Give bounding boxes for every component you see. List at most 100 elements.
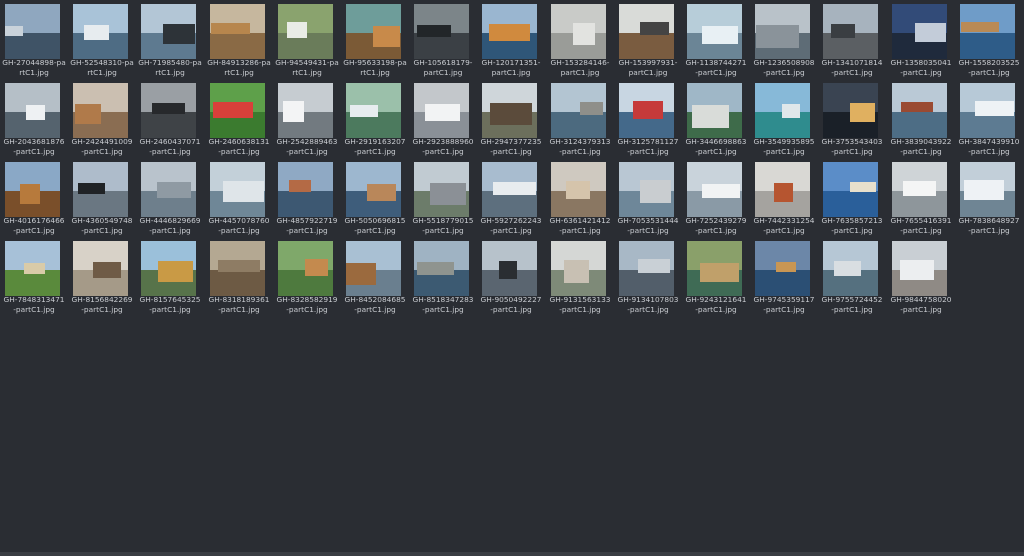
file-tile[interactable]: GH-4446829669 -partC1.jpg <box>136 158 204 235</box>
file-thumbnail[interactable] <box>551 83 606 138</box>
file-tile[interactable]: GH-4857922719 -partC1.jpg <box>273 158 341 235</box>
file-tile[interactable]: GH-8328582919 -partC1.jpg <box>273 237 341 314</box>
file-tile[interactable]: GH-9050492227 -partC1.jpg <box>477 237 545 314</box>
file-thumbnail[interactable] <box>210 4 265 59</box>
file-tile[interactable]: GH-1558203525 -partC1.jpg <box>955 0 1023 77</box>
file-tile[interactable]: GH-4457078760 -partC1.jpg <box>205 158 273 235</box>
file-thumbnail[interactable] <box>346 4 401 59</box>
file-thumbnail[interactable] <box>687 162 742 217</box>
file-tile[interactable]: GH-3124379313 -partC1.jpg <box>546 79 614 156</box>
file-tile[interactable]: GH-1341071814 -partC1.jpg <box>818 0 886 77</box>
file-thumbnail[interactable] <box>960 4 1015 59</box>
file-tile[interactable]: GH-8518347283 -partC1.jpg <box>409 237 477 314</box>
file-thumbnail[interactable] <box>141 162 196 217</box>
file-thumbnail[interactable] <box>619 162 674 217</box>
file-tile[interactable]: GH-7442331254 -partC1.jpg <box>750 158 818 235</box>
file-tile[interactable]: GH-153997931- partC1.jpg <box>614 0 682 77</box>
file-thumbnail[interactable] <box>755 83 810 138</box>
file-tile[interactable]: GH-7838648927 -partC1.jpg <box>955 158 1023 235</box>
file-thumbnail[interactable] <box>482 83 537 138</box>
file-tile[interactable]: GH-9844758020 -partC1.jpg <box>887 237 955 314</box>
file-thumbnail[interactable] <box>5 162 60 217</box>
file-tile[interactable]: GH-9755724452 -partC1.jpg <box>818 237 886 314</box>
file-tile[interactable]: GH-71985480-pa rtC1.jpg <box>136 0 204 77</box>
file-thumbnail[interactable] <box>346 83 401 138</box>
file-thumbnail[interactable] <box>823 162 878 217</box>
file-thumbnail[interactable] <box>141 83 196 138</box>
file-thumbnail[interactable] <box>619 4 674 59</box>
file-thumbnail[interactable] <box>414 83 469 138</box>
file-thumbnail[interactable] <box>619 83 674 138</box>
file-thumbnail[interactable] <box>892 4 947 59</box>
file-thumbnail[interactable] <box>414 241 469 296</box>
file-tile[interactable]: GH-27044898-pa rtC1.jpg <box>0 0 68 77</box>
file-tile[interactable]: GH-7635857213 -partC1.jpg <box>818 158 886 235</box>
file-thumbnail[interactable] <box>482 241 537 296</box>
file-thumbnail[interactable] <box>278 83 333 138</box>
file-tile[interactable]: GH-2460638131 -partC1.jpg <box>205 79 273 156</box>
file-tile[interactable]: GH-9134107803 -partC1.jpg <box>614 237 682 314</box>
file-thumbnail[interactable] <box>210 162 265 217</box>
file-tile[interactable]: GH-5927262243 -partC1.jpg <box>477 158 545 235</box>
file-thumbnail[interactable] <box>414 162 469 217</box>
file-thumbnail[interactable] <box>278 4 333 59</box>
file-thumbnail[interactable] <box>960 83 1015 138</box>
file-tile[interactable]: GH-7252439279 -partC1.jpg <box>682 158 750 235</box>
file-tile[interactable]: GH-7848313471 -partC1.jpg <box>0 237 68 314</box>
file-thumbnail[interactable] <box>5 241 60 296</box>
file-tile[interactable]: GH-3446698863 -partC1.jpg <box>682 79 750 156</box>
file-tile[interactable]: GH-9243121641 -partC1.jpg <box>682 237 750 314</box>
file-thumbnail[interactable] <box>755 162 810 217</box>
file-thumbnail[interactable] <box>755 241 810 296</box>
file-thumbnail[interactable] <box>482 4 537 59</box>
file-tile[interactable]: GH-8156842269 -partC1.jpg <box>68 237 136 314</box>
file-tile[interactable]: GH-95633198-pa rtC1.jpg <box>341 0 409 77</box>
file-tile[interactable]: GH-4016176466 -partC1.jpg <box>0 158 68 235</box>
file-thumbnail[interactable] <box>755 4 810 59</box>
file-thumbnail[interactable] <box>960 162 1015 217</box>
file-thumbnail[interactable] <box>73 241 128 296</box>
file-tile[interactable]: GH-6361421412 -partC1.jpg <box>546 158 614 235</box>
file-thumbnail[interactable] <box>210 83 265 138</box>
file-thumbnail[interactable] <box>551 162 606 217</box>
file-thumbnail[interactable] <box>823 241 878 296</box>
file-tile[interactable]: GH-94549431-pa rtC1.jpg <box>273 0 341 77</box>
file-tile[interactable]: GH-9745359117 -partC1.jpg <box>750 237 818 314</box>
file-tile[interactable]: GH-3839043922 -partC1.jpg <box>887 79 955 156</box>
file-tile[interactable]: GH-2542889463 -partC1.jpg <box>273 79 341 156</box>
file-tile[interactable]: GH-1358035041 -partC1.jpg <box>887 0 955 77</box>
file-thumbnail[interactable] <box>551 4 606 59</box>
file-tile[interactable]: GH-120171351- partC1.jpg <box>477 0 545 77</box>
file-thumbnail[interactable] <box>687 241 742 296</box>
file-thumbnail[interactable] <box>414 4 469 59</box>
file-tile[interactable]: GH-1236508908 -partC1.jpg <box>750 0 818 77</box>
file-tile[interactable]: GH-7655416391 -partC1.jpg <box>887 158 955 235</box>
file-tile[interactable]: GH-3847439910 -partC1.jpg <box>955 79 1023 156</box>
file-tile[interactable]: GH-2043681876 -partC1.jpg <box>0 79 68 156</box>
file-tile[interactable]: GH-3125781127 -partC1.jpg <box>614 79 682 156</box>
file-tile[interactable]: GH-84913286-pa rtC1.jpg <box>205 0 273 77</box>
file-thumbnail[interactable] <box>892 83 947 138</box>
file-thumbnail[interactable] <box>278 241 333 296</box>
file-tile[interactable]: GH-2424491009 -partC1.jpg <box>68 79 136 156</box>
file-tile[interactable]: GH-2460437071 -partC1.jpg <box>136 79 204 156</box>
file-tile[interactable]: GH-2947377235 -partC1.jpg <box>477 79 545 156</box>
file-thumbnail[interactable] <box>73 4 128 59</box>
file-thumbnail[interactable] <box>73 162 128 217</box>
file-thumbnail[interactable] <box>892 162 947 217</box>
file-thumbnail[interactable] <box>551 241 606 296</box>
file-tile[interactable]: GH-7053531444 -partC1.jpg <box>614 158 682 235</box>
file-tile[interactable]: GH-3549935895 -partC1.jpg <box>750 79 818 156</box>
file-thumbnail[interactable] <box>619 241 674 296</box>
file-tile[interactable]: GH-8318189361 -partC1.jpg <box>205 237 273 314</box>
file-thumbnail[interactable] <box>5 83 60 138</box>
file-thumbnail[interactable] <box>687 83 742 138</box>
file-thumbnail[interactable] <box>141 241 196 296</box>
file-tile[interactable]: GH-8452084685 -partC1.jpg <box>341 237 409 314</box>
file-thumbnail[interactable] <box>823 83 878 138</box>
file-thumbnail[interactable] <box>687 4 742 59</box>
file-thumbnail[interactable] <box>892 241 947 296</box>
file-tile[interactable]: GH-8157645325 -partC1.jpg <box>136 237 204 314</box>
file-thumbnail[interactable] <box>346 162 401 217</box>
file-tile[interactable]: GH-52548310-pa rtC1.jpg <box>68 0 136 77</box>
